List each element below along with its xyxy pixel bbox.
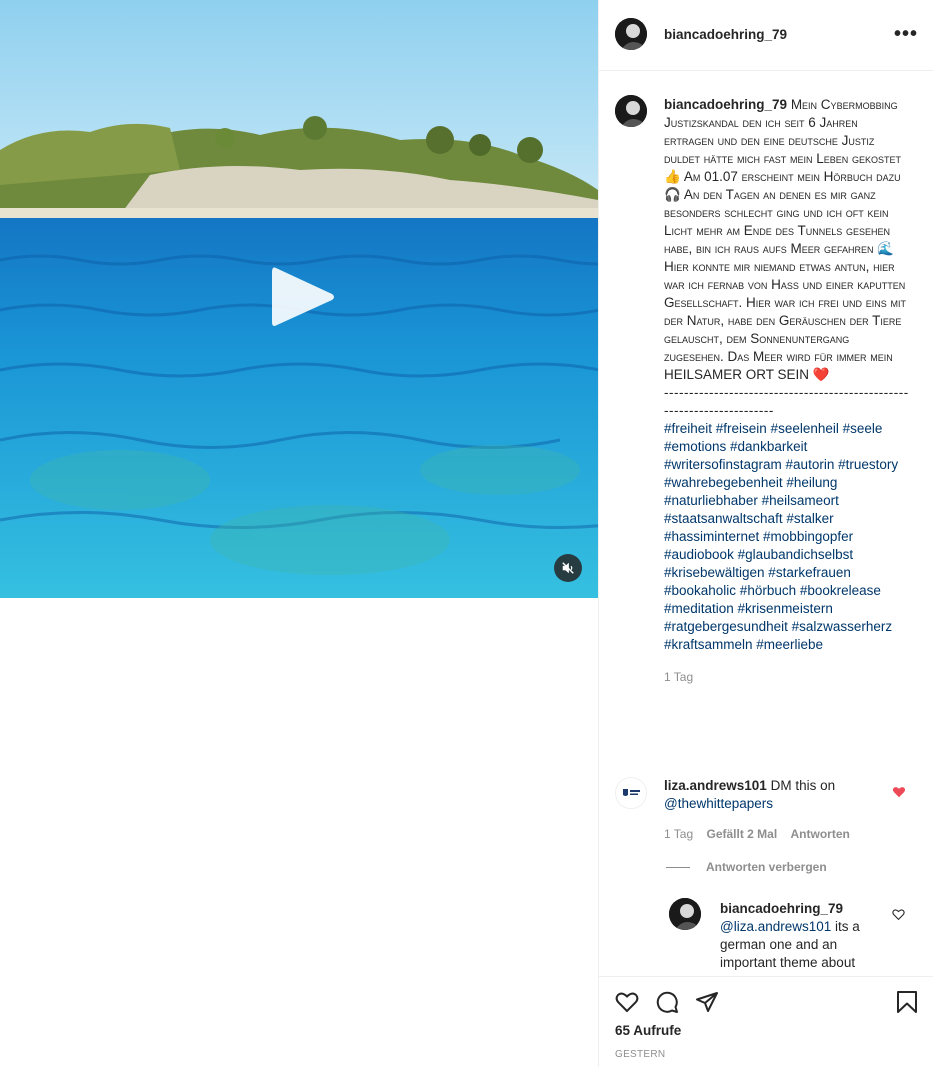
reply-avatar[interactable] [669, 898, 701, 930]
comment-avatar[interactable] [615, 777, 647, 809]
profile-photo [615, 18, 647, 50]
caption-age: 1 Tag [664, 670, 694, 684]
bookmark-icon[interactable] [896, 990, 918, 1014]
comment-item: liza.andrews101 DM this on @thewhittepap… [664, 777, 909, 843]
post-actions-bar: 65 Aufrufe GESTERN [599, 976, 933, 1068]
more-options-icon[interactable]: ••• [894, 24, 918, 44]
muted-speaker-icon [562, 562, 574, 574]
play-icon [272, 267, 334, 326]
comment-age: 1 Tag [664, 827, 694, 841]
hide-replies-button[interactable]: Antworten verbergen [706, 860, 827, 874]
mute-toggle-button[interactable] [554, 554, 582, 582]
post-video[interactable] [0, 0, 598, 598]
post-date[interactable]: GESTERN [615, 1049, 665, 1060]
avatar[interactable] [615, 18, 647, 50]
header-username[interactable]: biancadoehring_79 [664, 27, 787, 42]
comment-reply-button[interactable]: Antworten [791, 827, 850, 841]
comments-scroll-area[interactable]: biancadoehring_79 Mein Cybermobbing Just… [599, 71, 933, 976]
comment-username[interactable]: liza.andrews101 [664, 778, 767, 793]
post-header: biancadoehring_79 ••• [599, 0, 933, 71]
heart-icon[interactable] [615, 990, 639, 1014]
replies-divider [666, 867, 690, 868]
view-count[interactable]: 65 Aufrufe [615, 1023, 681, 1038]
profile-photo [615, 95, 647, 127]
caption-avatar[interactable] [615, 95, 647, 127]
profile-photo [669, 898, 701, 930]
post-side-panel: biancadoehring_79 ••• biancadoehring_79 … [598, 0, 933, 1068]
comment-icon[interactable] [655, 990, 679, 1014]
reply-mention-link[interactable]: @liza.andrews101 [720, 919, 831, 934]
reply-heart-icon[interactable] [892, 908, 905, 921]
caption-text: Mein Cybermobbing Justizskandal den ich … [664, 97, 906, 382]
comment-mention-link[interactable]: @thewhittepapers [664, 795, 909, 813]
reply-username[interactable]: biancadoehring_79 [720, 900, 880, 918]
reply-item: biancadoehring_79 @liza.andrews101 its a… [720, 900, 880, 972]
caption-divider: ----------------------------------------… [664, 385, 909, 418]
caption-username[interactable]: biancadoehring_79 [664, 97, 787, 112]
comment-liked-heart-icon[interactable] [892, 785, 906, 799]
caption-hashtags[interactable]: #freiheit #freisein #seelenheil #seele #… [664, 420, 909, 654]
whitepapers-logo [616, 778, 646, 808]
paper-plane-icon[interactable] [695, 990, 719, 1014]
play-button[interactable] [268, 262, 338, 332]
post-caption: biancadoehring_79 Mein Cybermobbing Just… [664, 96, 909, 686]
comment-text: DM this on [770, 778, 836, 793]
comment-likes-count[interactable]: Gefällt 2 Mal [706, 827, 777, 841]
